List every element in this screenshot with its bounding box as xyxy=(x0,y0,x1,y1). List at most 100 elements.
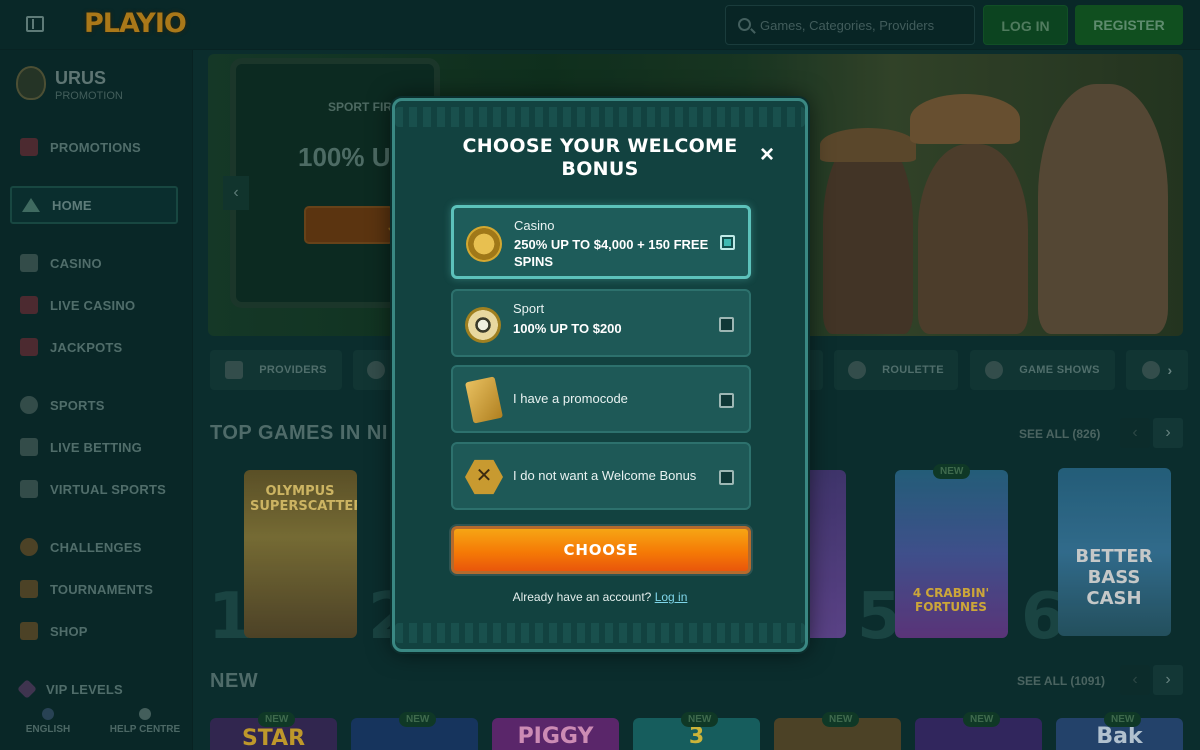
bonus-option-sport[interactable]: Sport 100% UP TO $200 xyxy=(451,289,751,357)
hero-title: 100% U xyxy=(298,142,391,172)
ticket-icon xyxy=(464,376,504,424)
new-badge: NEW xyxy=(399,712,437,727)
sidebar-item-virtual-sports[interactable]: VIRTUAL SPORTS xyxy=(10,470,178,508)
sidebar-item-casino[interactable]: CASINO xyxy=(10,244,178,282)
search-box[interactable] xyxy=(725,5,975,45)
hero-hat xyxy=(820,128,916,162)
hero-caption: SPORT FIR xyxy=(328,100,393,114)
hero-figure xyxy=(823,134,913,334)
sidebar-item-label: LIVE BETTING xyxy=(50,439,142,455)
new-badge: NEW xyxy=(822,712,860,727)
help-centre-label: HELP CENTRE xyxy=(109,724,181,735)
hero-cta-button[interactable]: J xyxy=(304,206,397,244)
login-link[interactable]: Log in xyxy=(655,590,688,604)
search-input[interactable] xyxy=(760,6,970,44)
new-badge: NEW xyxy=(933,464,971,479)
modal-ornament xyxy=(395,107,805,127)
login-button[interactable]: LOG IN xyxy=(983,5,1068,45)
bonus-option-promocode[interactable]: I have a promocode xyxy=(451,365,751,433)
diamond-icon xyxy=(17,679,37,699)
game-card-title: OLYMPUS SUPERSCATTER xyxy=(250,484,357,514)
category-roulette[interactable]: ROULETTE xyxy=(834,350,958,390)
sidebar-item-promotions[interactable]: PROMOTIONS xyxy=(10,128,178,166)
game-card-title: BETTER BASS CASH xyxy=(1075,546,1153,609)
flag-icon xyxy=(42,708,54,720)
live-icon xyxy=(20,438,38,456)
welcome-bonus-modal: CHOOSE YOUR WELCOME BONUS × Casino 250% … xyxy=(392,98,808,652)
category-game-shows[interactable]: GAME SHOWS xyxy=(970,350,1115,390)
register-button[interactable]: REGISTER xyxy=(1075,5,1183,45)
game-card-title: 3 xyxy=(688,724,705,749)
game-card[interactable]: OLYMPUS SUPERSCATTER xyxy=(244,470,357,638)
slot-icon xyxy=(20,254,38,272)
sidebar-item-tournaments[interactable]: TOURNAMENTS xyxy=(10,570,178,608)
modal-ornament xyxy=(395,623,805,643)
logo[interactable]: PLAYIO xyxy=(84,8,187,39)
hero-hat xyxy=(910,94,1020,144)
help-centre-link[interactable]: HELP CENTRE xyxy=(104,708,186,735)
bonus-option-no-bonus[interactable]: ✕ I do not want a Welcome Bonus xyxy=(451,442,751,510)
sidebar-item-live-betting[interactable]: LIVE BETTING xyxy=(10,428,178,466)
sidebar-item-label: JACKPOTS xyxy=(50,339,123,355)
sidebar-item-challenges[interactable]: CHALLENGES xyxy=(10,528,178,566)
brand-promo-title[interactable]: URUS xyxy=(55,68,106,89)
category-providers[interactable]: PROVIDERS xyxy=(210,350,342,390)
clover-icon xyxy=(20,338,38,356)
sidebar-item-vip-levels[interactable]: VIP LEVELS xyxy=(10,670,178,708)
bonus-option-checkbox[interactable] xyxy=(719,393,734,408)
bonus-option-label: Sport xyxy=(513,301,545,316)
game-card[interactable]: 4 CRABBIN' FORTUNES xyxy=(895,470,1008,638)
account-prompt-text: Already have an account? xyxy=(512,590,652,604)
new-badge: NEW xyxy=(963,712,1001,727)
sidebar-item-label: SPORTS xyxy=(50,397,105,413)
sidebar-item-label: CASINO xyxy=(50,255,102,271)
top-games-next-arrow[interactable]: › xyxy=(1153,418,1183,448)
choose-button[interactable]: CHOOSE xyxy=(451,526,751,574)
sidebar-item-label: VIRTUAL SPORTS xyxy=(50,481,166,497)
top-games-prev-arrow[interactable]: ‹ xyxy=(1120,418,1150,448)
hero-figure xyxy=(1038,84,1168,334)
search-icon xyxy=(738,18,751,31)
sidebar-item-label: PROMOTIONS xyxy=(50,139,141,155)
new-prev-arrow[interactable]: ‹ xyxy=(1120,665,1150,695)
bonus-option-casino[interactable]: Casino 250% UP TO $4,000 + 150 FREE SPIN… xyxy=(451,205,751,279)
new-see-all[interactable]: SEE ALL (1091) xyxy=(1017,674,1105,688)
category-item[interactable]: › xyxy=(1126,350,1188,390)
game-card[interactable]: BETTER BASS CASH xyxy=(1058,468,1171,636)
new-next-arrow[interactable]: › xyxy=(1153,665,1183,695)
language-selector[interactable]: ENGLISH xyxy=(22,708,74,735)
trophy-icon xyxy=(20,580,38,598)
new-badge: NEW xyxy=(1104,712,1142,727)
category-label: PROVIDERS xyxy=(259,364,327,376)
sidebar-item-shop[interactable]: SHOP xyxy=(10,612,178,650)
hero-figure xyxy=(918,144,1028,334)
sidebar-item-home[interactable]: HOME xyxy=(10,186,178,224)
new-section-title: NEW xyxy=(210,670,259,692)
sidebar-item-label: LIVE CASINO xyxy=(50,297,136,313)
spade-icon xyxy=(1141,361,1160,379)
sidebar-item-sports[interactable]: SPORTS xyxy=(10,386,178,424)
bonus-option-label: I have a promocode xyxy=(513,391,628,406)
language-label: ENGLISH xyxy=(25,724,71,735)
bonus-option-checkbox[interactable] xyxy=(720,235,735,250)
close-icon[interactable]: × xyxy=(757,143,777,167)
sidebar-item-live-casino[interactable]: LIVE CASINO xyxy=(10,286,178,324)
hero-prev-arrow[interactable]: ‹ xyxy=(223,176,249,210)
game-card-title: Bak xyxy=(1096,724,1143,749)
category-next-arrow[interactable]: › xyxy=(1168,362,1173,378)
bonus-option-checkbox[interactable] xyxy=(719,317,734,332)
bonus-option-detail: 100% UP TO $200 xyxy=(513,321,622,336)
sidebar-toggle-icon[interactable] xyxy=(26,16,44,32)
top-games-see-all[interactable]: SEE ALL (826) xyxy=(1019,427,1100,441)
roulette-icon xyxy=(848,361,867,379)
bonus-option-checkbox[interactable] xyxy=(719,470,734,485)
clover-coin-icon xyxy=(466,226,502,262)
bonus-option-label: Casino xyxy=(514,218,555,233)
bonus-option-label: I do not want a Welcome Bonus xyxy=(513,468,697,483)
game-card[interactable]: PIGGY xyxy=(492,718,619,750)
sidebar-item-jackpots[interactable]: JACKPOTS xyxy=(10,328,178,366)
lamborghini-badge-icon[interactable] xyxy=(16,66,46,100)
new-badge: NEW xyxy=(258,712,296,727)
game-card-title: 4 CRABBIN' FORTUNES xyxy=(912,586,990,614)
target-icon xyxy=(20,538,38,556)
